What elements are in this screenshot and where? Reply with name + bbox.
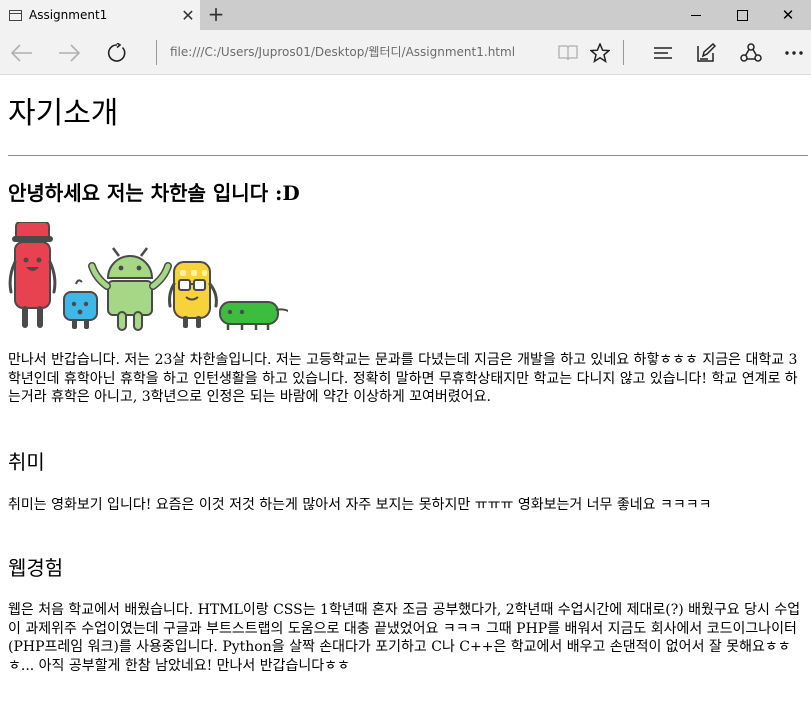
web-note-icon[interactable] (686, 30, 726, 75)
window-controls: ✕ (673, 0, 811, 30)
divider (623, 40, 624, 65)
android-characters-image (8, 222, 288, 331)
hobby-heading: 취미 (8, 450, 45, 474)
divider (156, 40, 157, 65)
browser-tab[interactable]: Assignment1 ✕ (0, 0, 200, 30)
close-tab-icon[interactable]: ✕ (176, 6, 200, 25)
green-android-figure (88, 247, 172, 331)
red-robot-figure (8, 222, 57, 328)
refresh-icon[interactable] (97, 30, 137, 75)
page-title: 자기소개 (8, 96, 119, 131)
share-icon[interactable] (731, 30, 771, 75)
green-bug-figure (219, 301, 288, 330)
navigation-bar: file:///C:/Users/Jupros01/Desktop/웹터디/As… (0, 30, 811, 75)
maximize-icon[interactable] (719, 0, 765, 30)
yellow-robot-figure (168, 261, 218, 328)
forward-icon[interactable] (49, 30, 89, 75)
web-experience-paragraph: 웹은 처음 학교에서 배웠습니다. HTML이랑 CSS는 1학년때 혼자 조금… (8, 602, 801, 674)
horizontal-rule (8, 155, 808, 156)
favorite-star-icon[interactable] (580, 30, 620, 75)
page-icon (9, 9, 22, 21)
new-tab-button[interactable]: + (205, 2, 227, 28)
tab-title: Assignment1 (29, 8, 108, 22)
minimize-icon[interactable] (673, 0, 719, 30)
address-bar[interactable]: file:///C:/Users/Jupros01/Desktop/웹터디/As… (170, 43, 515, 63)
intro-paragraph: 만나서 반갑습니다. 저는 23살 차한솔입니다. 저는 고등학교는 문과를 다… (8, 352, 798, 405)
hobby-paragraph: 취미는 영화보기 입니다! 요즘은 이것 저것 하는게 많아서 자주 보지는 못… (8, 497, 712, 513)
tab-bar: Assignment1 ✕ + ✕ (0, 0, 811, 30)
hub-icon[interactable] (643, 30, 683, 75)
web-experience-heading: 웹경험 (8, 556, 64, 580)
blue-robot-figure (63, 279, 98, 329)
close-icon[interactable]: ✕ (765, 0, 811, 30)
back-icon[interactable] (2, 30, 42, 75)
greeting-heading: 안녕하세요 저는 차한솔 입니다 :D (8, 181, 300, 205)
more-icon[interactable] (774, 30, 811, 75)
